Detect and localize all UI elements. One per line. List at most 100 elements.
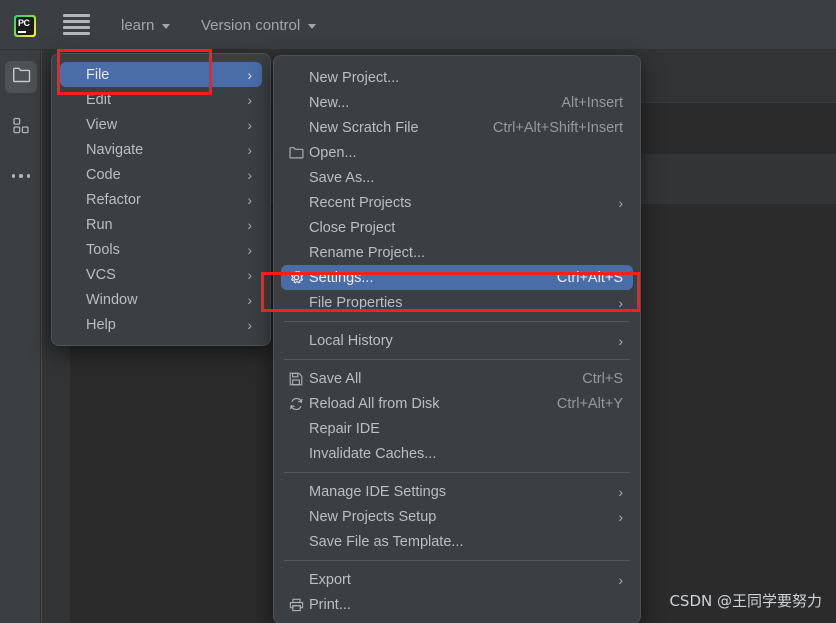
project-name: learn (121, 16, 155, 34)
menu-item-code[interactable]: Code › (60, 162, 262, 187)
vcs-label: Version control (201, 16, 301, 34)
menu-item-label: New Projects Setup (309, 508, 437, 525)
menu-item-file[interactable]: File › (60, 62, 262, 87)
chevron-right-icon: › (247, 216, 252, 233)
chevron-down-icon (308, 23, 317, 29)
menu-item-vcs[interactable]: VCS › (60, 262, 262, 287)
structure-icon (12, 116, 31, 140)
menu-item-file-properties[interactable]: File Properties › (281, 290, 633, 315)
menu-item-save-all[interactable]: Save All Ctrl+S (281, 366, 633, 391)
logo-text: PC (18, 18, 30, 28)
menu-item-save-as[interactable]: Save As... (281, 165, 633, 190)
chevron-right-icon: › (247, 191, 252, 208)
menu-item-label: Reload All from Disk (309, 395, 440, 412)
menu-item-local-history[interactable]: Local History › (281, 328, 633, 353)
menu-item-open[interactable]: Open... (281, 140, 633, 165)
menu-separator (284, 321, 630, 322)
menu-item-recent-projects[interactable]: Recent Projects › (281, 190, 633, 215)
menu-item-label: Export (309, 571, 351, 588)
menu-item-export[interactable]: Export › (281, 567, 633, 592)
menu-item-close-project[interactable]: Close Project (281, 215, 633, 240)
chevron-right-icon: › (618, 194, 623, 211)
menu-item-label: New Scratch File (309, 119, 419, 136)
chevron-right-icon: › (618, 508, 623, 525)
chevron-right-icon: › (618, 483, 623, 500)
menu-item-label: Print... (309, 596, 351, 613)
menu-item-reload-all-from-disk[interactable]: Reload All from Disk Ctrl+Alt+Y (281, 391, 633, 416)
menu-item-label: Recent Projects (309, 194, 412, 211)
menu-item-label: Manage IDE Settings (309, 483, 447, 500)
menu-item-new-projects-setup[interactable]: New Projects Setup › (281, 504, 633, 529)
chevron-down-icon (162, 23, 171, 29)
chevron-right-icon: › (247, 91, 252, 108)
menu-item-new-project[interactable]: New Project... (281, 65, 633, 90)
menu-item-label: Navigate (86, 141, 144, 158)
menu-item-label: Run (86, 216, 113, 233)
ellipsis-icon (11, 174, 31, 178)
menu-item-view[interactable]: View › (60, 112, 262, 137)
refresh-icon (285, 397, 307, 411)
watermark-text: CSDN @王同学要努力 (669, 592, 822, 610)
menu-item-label: Save File as Template... (309, 533, 464, 550)
logo-underline (18, 31, 26, 33)
chevron-right-icon: › (247, 166, 252, 183)
menu-item-label: Tools (86, 241, 120, 258)
gear-icon (285, 270, 307, 285)
menu-item-shortcut: Ctrl+Alt+Y (556, 395, 623, 412)
menu-item-label: Save As... (309, 169, 375, 186)
menu-item-save-file-as-template[interactable]: Save File as Template... (281, 529, 633, 554)
chevron-right-icon: › (247, 316, 252, 333)
chevron-right-icon: › (247, 116, 252, 133)
menu-item-run[interactable]: Run › (60, 212, 262, 237)
tool-button-structure[interactable] (5, 112, 37, 144)
menu-item-rename-project[interactable]: Rename Project... (281, 240, 633, 265)
menu-item-label: Save All (309, 370, 362, 387)
menu-item-label: New Project... (309, 69, 400, 86)
menu-item-edit[interactable]: Edit › (60, 87, 262, 112)
menu-item-label: New... (309, 94, 350, 111)
menu-item-shortcut: Ctrl+Alt+Shift+Insert (492, 119, 623, 136)
chevron-right-icon: › (247, 241, 252, 258)
menu-item-manage-ide-settings[interactable]: Manage IDE Settings › (281, 479, 633, 504)
menu-item-tools[interactable]: Tools › (60, 237, 262, 262)
menu-item-label: File (86, 66, 110, 83)
tool-button-more[interactable] (5, 160, 37, 192)
menu-item-label: Help (86, 316, 116, 333)
folder-icon (285, 146, 307, 159)
menu-item-label: Window (86, 291, 138, 308)
menu-item-label: VCS (86, 266, 116, 283)
menu-item-invalidate-caches[interactable]: Invalidate Caches... (281, 441, 633, 466)
menu-item-new[interactable]: New... Alt+Insert (281, 90, 633, 115)
menu-item-repair-ide[interactable]: Repair IDE (281, 416, 633, 441)
menu-item-label: Rename Project... (309, 244, 426, 261)
chevron-right-icon: › (247, 66, 252, 83)
menu-item-label: Repair IDE (309, 420, 380, 437)
menu-item-navigate[interactable]: Navigate › (60, 137, 262, 162)
version-control-widget[interactable]: Version control (201, 14, 317, 36)
chevron-right-icon: › (247, 266, 252, 283)
menu-item-settings[interactable]: Settings... Ctrl+Alt+S (281, 265, 633, 290)
menu-separator (284, 560, 630, 561)
menu-item-label: Invalidate Caches... (309, 445, 437, 462)
project-widget[interactable]: learn (121, 14, 171, 36)
menu-item-label: Refactor (86, 191, 141, 208)
main-toolbar: PC learn Version control (0, 0, 836, 50)
tool-button-project[interactable] (5, 61, 37, 93)
menu-item-help[interactable]: Help › (60, 312, 262, 337)
chevron-right-icon: › (618, 571, 623, 588)
menu-separator (284, 359, 630, 360)
menu-item-label: Settings... (309, 269, 374, 286)
chevron-right-icon: › (247, 141, 252, 158)
menu-item-new-scratch-file[interactable]: New Scratch File Ctrl+Alt+Shift+Insert (281, 115, 633, 140)
menu-item-refactor[interactable]: Refactor › (60, 187, 262, 212)
hamburger-menu-icon[interactable] (63, 14, 91, 36)
menu-item-label: View (86, 116, 118, 133)
file-submenu-popup: New Project... New... Alt+Insert New Scr… (273, 55, 641, 623)
menu-item-label: Code (86, 166, 121, 183)
menu-item-print[interactable]: Print... (281, 592, 633, 617)
pycharm-logo-icon: PC (14, 15, 36, 37)
menu-item-label: Close Project (309, 219, 396, 236)
menu-item-window[interactable]: Window › (60, 287, 262, 312)
menu-item-label: File Properties (309, 294, 403, 311)
menu-item-label: Edit (86, 91, 111, 108)
